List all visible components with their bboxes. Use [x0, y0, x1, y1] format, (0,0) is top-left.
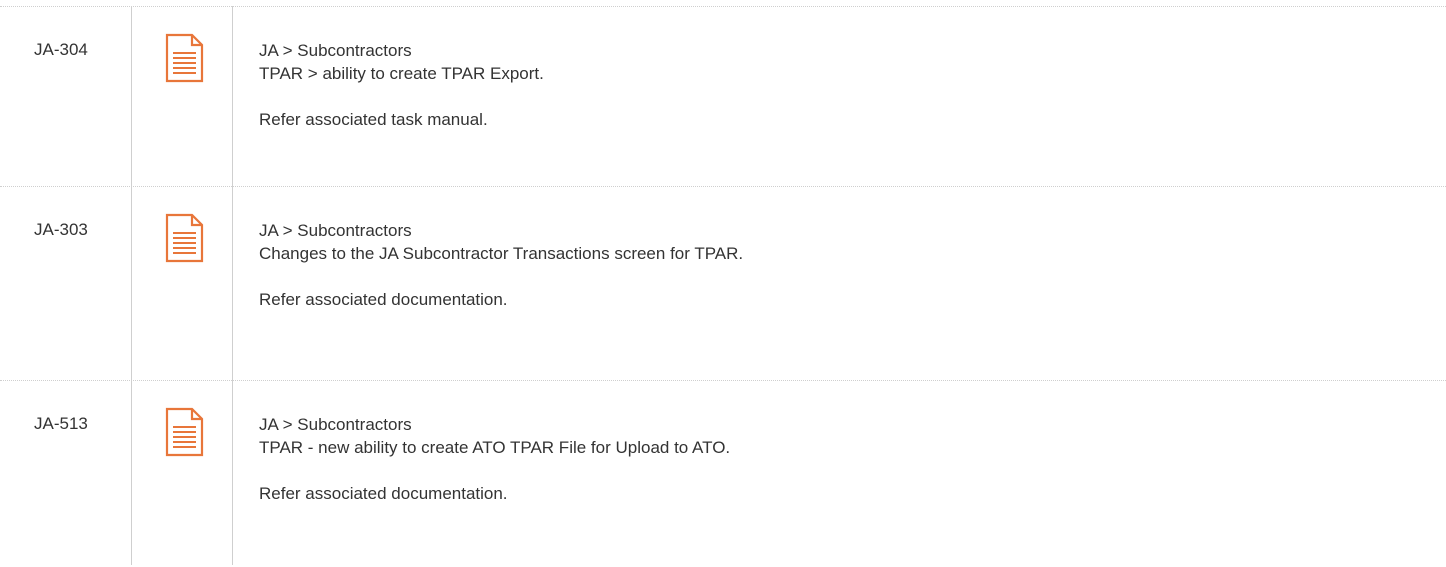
description-module: JA > Subcontractors [259, 41, 412, 60]
description-summary: Changes to the JA Subcontractor Transact… [259, 244, 744, 263]
description-reference: Refer associated documentation. [259, 484, 508, 503]
description-module: JA > Subcontractors [259, 221, 412, 240]
table-row: JA-513 JA > Subcontractors TPAR - new ab… [0, 380, 1446, 567]
issue-key: JA-303 [34, 220, 88, 239]
issue-description: JA > Subcontractors TPAR > ability to cr… [259, 39, 544, 131]
release-notes-table: JA-304 JA > Subcontractors TPAR > abilit… [0, 0, 1446, 565]
issue-key: JA-513 [34, 414, 88, 433]
document-icon[interactable] [165, 213, 205, 263]
description-summary: TPAR - new ability to create ATO TPAR Fi… [259, 438, 731, 457]
document-icon[interactable] [165, 33, 205, 83]
description-summary: TPAR > ability to create TPAR Export. [259, 64, 544, 83]
document-icon[interactable] [165, 407, 205, 457]
description-reference: Refer associated task manual. [259, 110, 488, 129]
description-reference: Refer associated documentation. [259, 290, 508, 309]
issue-key: JA-304 [34, 40, 88, 59]
description-module: JA > Subcontractors [259, 415, 412, 434]
table-row: JA-303 JA > Subcontractors Changes to th… [0, 186, 1446, 380]
issue-description: JA > Subcontractors TPAR - new ability t… [259, 413, 730, 505]
table-row: JA-304 JA > Subcontractors TPAR > abilit… [0, 6, 1446, 186]
issue-description: JA > Subcontractors Changes to the JA Su… [259, 219, 743, 311]
